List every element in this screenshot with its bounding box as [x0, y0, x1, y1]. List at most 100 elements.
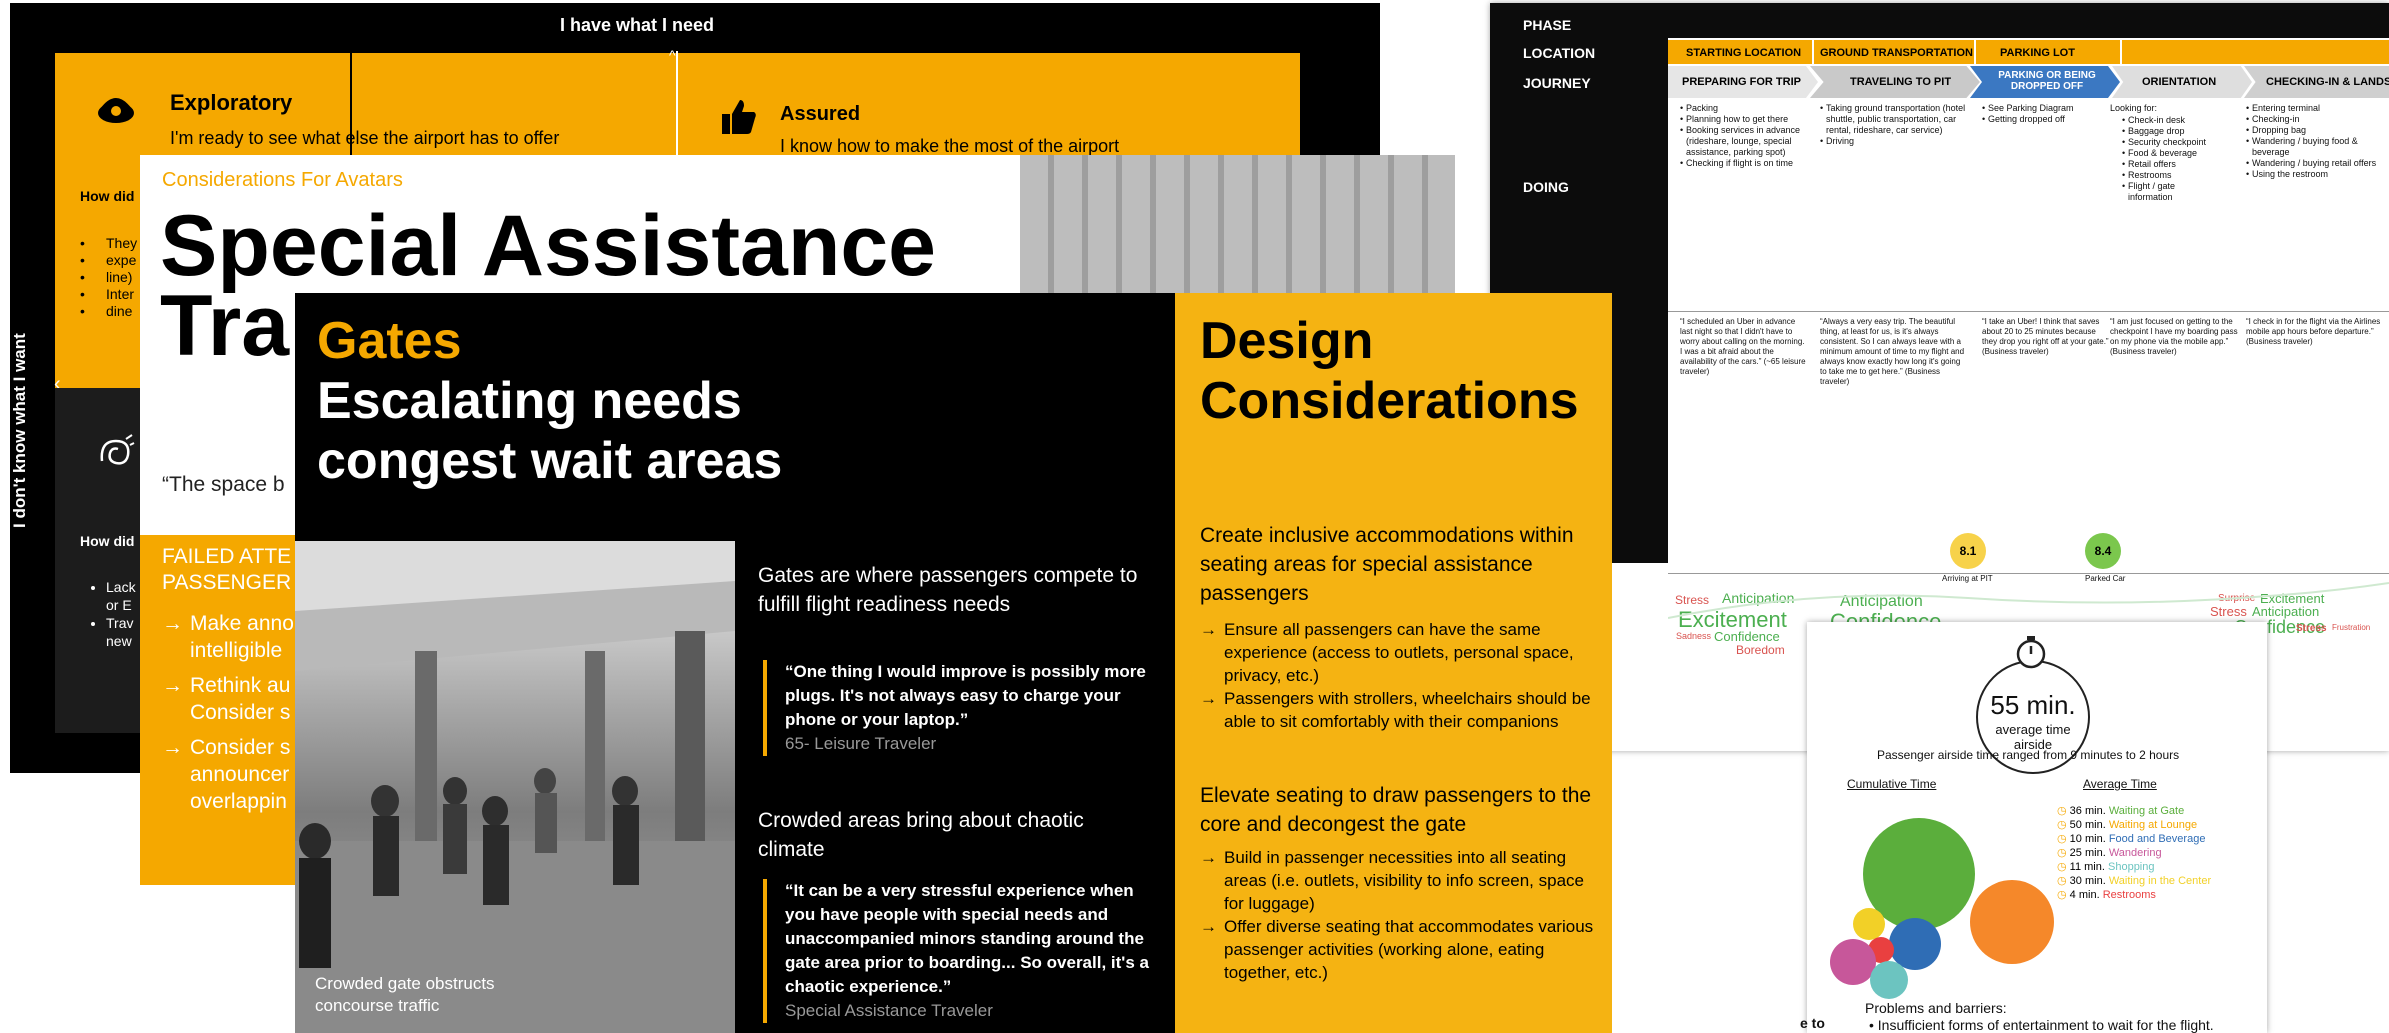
bottom-bullets: Lack or E Trav new: [80, 578, 136, 650]
up-arrow-head: ^: [669, 47, 676, 63]
stopwatch-icon: [2013, 634, 2049, 675]
design-considerations-slide: Design Considerations Create inclusive a…: [1175, 293, 1612, 1033]
legend-label: Restrooms: [2102, 889, 2156, 901]
legend-time: 4 min.: [2069, 889, 2100, 901]
slide-title-line2: Tra: [160, 278, 290, 374]
how-did-heading-bottom: How did: [80, 533, 135, 549]
doing-list: Taking ground transportation (hotel shut…: [1820, 103, 1968, 147]
failed-list: Make annointelligible Rethink auConsider…: [162, 610, 294, 815]
quote2-text: “It can be a very stressful experience w…: [785, 881, 1149, 996]
quote: “Always a very easy trip. The beautiful …: [1820, 317, 1965, 386]
bubble-food: [1889, 918, 1941, 970]
legend-label: Food and Beverage: [2108, 833, 2206, 845]
quote: “I scheduled an Uber in advance last nig…: [1680, 317, 1806, 376]
average-header: Average Time: [2083, 777, 2157, 791]
doing-item: Baggage drop: [2122, 126, 2222, 137]
location-divider: [2120, 40, 2122, 64]
doing-item: Dropping bag: [2246, 125, 2386, 136]
journey-step: PARKING OR BEING DROPPED OFF: [1998, 70, 2096, 92]
assured-title: Assured: [780, 103, 861, 125]
doing-item: Driving: [1820, 136, 1968, 147]
how-did-heading-top: How did: [80, 188, 135, 204]
location-divider: [1974, 40, 1976, 64]
doing-item: See Parking Diagram: [1982, 103, 2110, 114]
doing-item: Flight / gate information: [2122, 181, 2222, 203]
legend-time: 11 min.: [2069, 861, 2105, 873]
row-divider: [1668, 573, 2389, 574]
location-divider: [1812, 40, 1814, 64]
journey-step: CHECKING-IN & LANDSIDE: [2266, 76, 2389, 88]
section2-heading: Crowded areas bring about chaotic climat…: [758, 809, 1084, 861]
dc-list-2: Build in passenger necessities into all …: [1200, 846, 1600, 984]
bullet-cont: line): [80, 269, 137, 286]
slide-title-line1: Special Assistance: [160, 198, 937, 294]
legend-row: ◷ 10 min. Food and Beverage: [2057, 833, 2206, 845]
phase-row: [1668, 3, 2389, 38]
location-ground: GROUND TRANSPORTATION: [1820, 47, 1973, 59]
legend-time: 30 min.: [2069, 875, 2106, 887]
bullet: Inter: [80, 286, 137, 303]
quote: “I check in for the flight via the Airli…: [2246, 317, 2381, 346]
dc-title-1: Design: [1200, 312, 1374, 370]
bullet: They: [80, 235, 137, 252]
legend: ◷ 36 min. Waiting at Gate ◷ 50 min. Wait…: [2057, 804, 2211, 902]
legend-label: Wandering: [2108, 847, 2162, 859]
dc-list-1: Ensure all passengers can have the same …: [1200, 618, 1600, 733]
quote-fragment: “The space b: [162, 473, 285, 496]
doing-item: Security checkpoint: [2122, 137, 2222, 148]
dc-heading-2: Elevate seating to draw passengers to th…: [1200, 784, 1592, 836]
bullet-cont: or E: [106, 597, 132, 613]
doing-list: Packing Planning how to get there Bookin…: [1680, 103, 1808, 169]
bubble-chart: [1830, 818, 2054, 999]
journey-step: TRAVELING TO PIT: [1850, 76, 1952, 88]
location-start: STARTING LOCATION: [1686, 47, 1802, 59]
doing-item: Wandering / buying retail offers: [2246, 158, 2386, 169]
legend-label: Waiting at Lounge: [2108, 819, 2198, 831]
legend-row: ◷ 4 min. Restrooms: [2057, 889, 2156, 901]
row-label-journey: JOURNEY: [1523, 75, 1591, 91]
gate-crowd-photo: [295, 541, 735, 1033]
emotion-word: Boredom: [1736, 643, 1785, 657]
location-parking: PARKING LOT: [2000, 47, 2075, 59]
doing-item: Packing: [1680, 103, 1808, 114]
bubble-wandering: [1830, 939, 1876, 985]
legend-time: 36 min.: [2069, 805, 2106, 817]
caption-line: Crowded gate obstructs: [315, 974, 495, 993]
quote2-author: Special Assistance Traveler: [785, 1001, 993, 1020]
quote: “I take an Uber! I think that saves abou…: [1982, 317, 2109, 356]
quote1-author: 65- Leisure Traveler: [785, 734, 937, 753]
legend-row: ◷ 11 min. Shopping: [2057, 861, 2155, 873]
doing-list: Check-in desk Baggage drop Security chec…: [2122, 115, 2222, 203]
left-axis-label: I don't know what I want: [10, 333, 29, 528]
dc-title-2: Considerations: [1200, 372, 1579, 430]
row-label-phase: PHASE: [1523, 17, 1572, 33]
exploratory-desc: I'm ready to see what else the airport h…: [170, 128, 560, 148]
score-bubble: 8.4: [2085, 533, 2121, 569]
bubble-shopping: [1853, 908, 1885, 940]
airside-time-slide: 55 min. average time airside Passenger a…: [1807, 622, 2267, 1033]
looking-for: Looking for:: [2110, 103, 2158, 113]
list-item: Build in passenger necessities into all …: [1200, 846, 1600, 915]
failed-heading-2: PASSENGER: [162, 571, 292, 594]
gates-slide: Gates Escalating needs congest wait area…: [295, 293, 1175, 1033]
legend-row: ◷ 30 min. Waiting in the Center: [2057, 875, 2212, 887]
bullet: Trav: [106, 614, 136, 632]
doing-item: Getting dropped off: [1982, 114, 2110, 125]
legend-label: Shopping: [2108, 861, 2155, 873]
journey-step: ORIENTATION: [2142, 76, 2217, 88]
bullet: Lack: [106, 578, 136, 596]
failed-heading-1: FAILED ATTE: [162, 545, 292, 568]
quote1-block: “One thing I would improve is possibly m…: [763, 660, 1150, 756]
doing-list: Entering terminal Checking-in Dropping b…: [2246, 103, 2386, 180]
list-item: Make annointelligible: [162, 610, 294, 664]
doing-item: Taking ground transportation (hotel shut…: [1820, 103, 1968, 136]
list-item: Rethink auConsider s: [162, 672, 294, 726]
legend-time: 25 min.: [2069, 847, 2106, 859]
timer-value: 55 min.: [1990, 690, 2076, 720]
bullet-cont: new: [106, 633, 132, 649]
doing-item: Retail offers: [2122, 159, 2222, 170]
bubble-waiting-center: [1970, 880, 2054, 964]
bullet-cont: expe: [80, 252, 137, 269]
quote2-block: “It can be a very stressful experience w…: [763, 879, 1150, 1023]
top-axis-label: I have what I need: [560, 15, 715, 35]
